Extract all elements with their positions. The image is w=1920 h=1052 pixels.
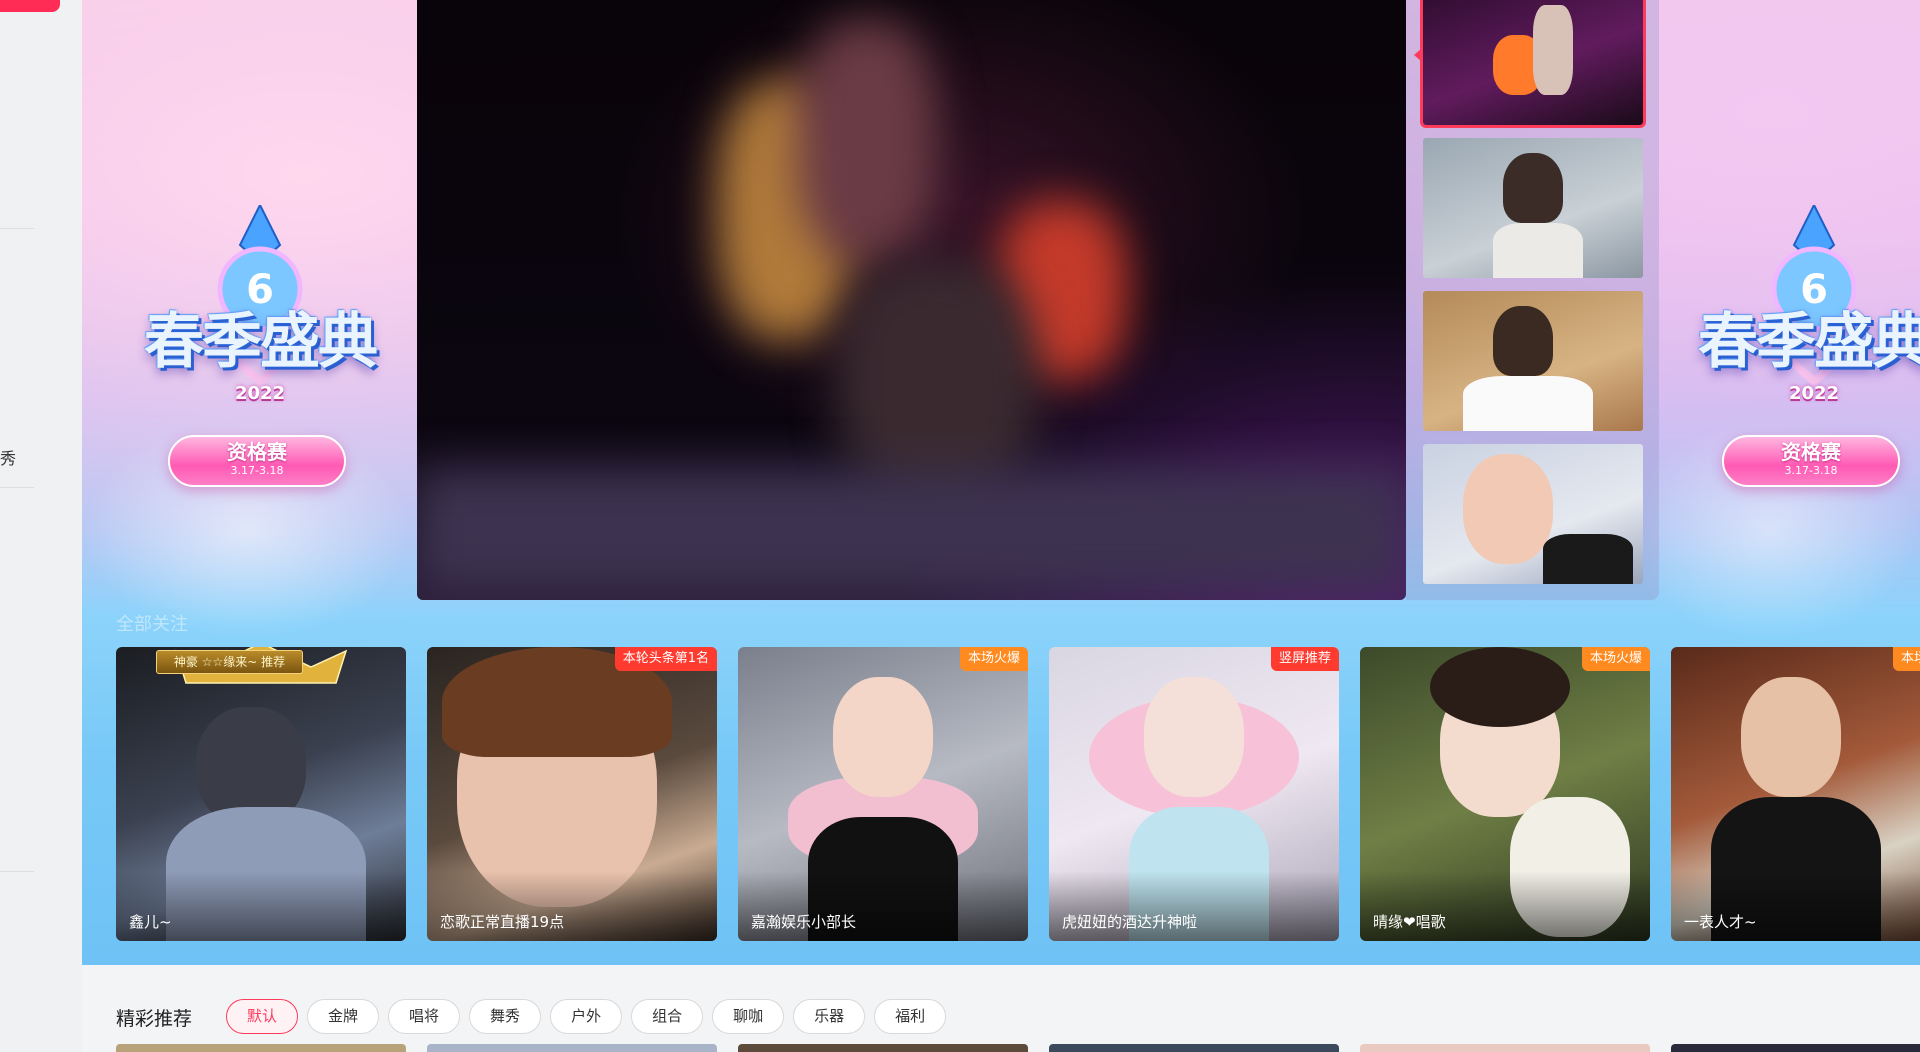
filter-singer[interactable]: 唱将	[388, 999, 461, 1034]
sidebar-item-label[interactable]: 秀	[0, 445, 16, 469]
qualifier-button-label: 资格赛	[1781, 440, 1841, 464]
category-filter-bar: 默认 金牌 唱将 舞秀 户外 组合 聊咖 乐器 福利	[226, 999, 955, 1034]
qualifier-button-date: 3.17-3.18	[230, 464, 284, 477]
room-name: 鑫儿~	[129, 913, 172, 931]
event-year: 2022	[234, 383, 286, 404]
room-name: 嘉瀚娱乐小部长	[751, 913, 857, 931]
carousel-title: 全部关注	[116, 614, 188, 635]
stream-thumbnail-rail	[1406, 0, 1659, 600]
thumbnail-figure	[1493, 306, 1553, 376]
event-logo-right[interactable]: 6 春季盛典 2022 资格赛 3.17-3.18	[1664, 205, 1920, 525]
filter-gold[interactable]: 金牌	[307, 999, 380, 1034]
main-video-player[interactable]	[417, 0, 1406, 600]
room-top-label: 神豪 ☆☆缘来~ 推荐	[156, 650, 303, 674]
room-card[interactable]: 本轮头条第1名 恋歌正常直播19点	[427, 647, 717, 941]
thumbnail-figure	[1503, 153, 1563, 223]
stream-thumbnail[interactable]	[1420, 0, 1646, 128]
room-cover-figure	[1144, 677, 1244, 797]
video-frame-blur	[797, 20, 937, 260]
filter-welfare[interactable]: 福利	[874, 999, 947, 1034]
stream-thumbnail[interactable]	[1423, 138, 1643, 278]
room-card[interactable]: 神豪 ☆☆缘来~ 推荐 鑫儿~	[116, 647, 406, 941]
filter-outdoor[interactable]: 户外	[550, 999, 623, 1034]
room-card-preview[interactable]	[1360, 1044, 1650, 1052]
qualifier-button-label: 资格赛	[227, 440, 287, 464]
room-card-preview[interactable]	[1049, 1044, 1339, 1052]
event-logo-left[interactable]: 6 春季盛典 2022 资格赛 3.17-3.18	[110, 205, 410, 525]
room-name: 一表人才~	[1684, 913, 1757, 931]
thumbnail-figure	[1543, 534, 1633, 584]
sidebar-top-button[interactable]	[0, 0, 60, 12]
room-badge: 本场火爆	[1892, 647, 1920, 671]
room-card[interactable]: 竖屏推荐 虎妞妞的酒达升神啦	[1049, 647, 1339, 941]
stream-thumbnail[interactable]	[1423, 444, 1643, 584]
qualifier-button[interactable]: 资格赛 3.17-3.18	[1722, 435, 1900, 487]
filter-group[interactable]: 组合	[631, 999, 704, 1034]
event-title: 春季盛典	[1698, 307, 1920, 377]
video-frame-blur	[417, 470, 1406, 590]
sidebar-divider	[0, 871, 34, 872]
left-sidebar: 秀	[0, 0, 82, 1052]
room-cover-figure	[1430, 647, 1570, 727]
room-card-preview[interactable]	[427, 1044, 717, 1052]
room-name: 晴缘❤唱歌	[1373, 913, 1446, 931]
qualifier-button-date: 3.17-3.18	[1784, 464, 1838, 477]
thumbnail-figure	[1463, 376, 1593, 431]
room-card-preview[interactable]	[738, 1044, 1028, 1052]
room-name: 虎妞妞的酒达升神啦	[1062, 913, 1198, 931]
section-title: 精彩推荐	[116, 1008, 193, 1030]
thumbnail-figure	[1463, 454, 1553, 564]
qualifier-button[interactable]: 资格赛 3.17-3.18	[168, 435, 346, 487]
event-title: 春季盛典	[144, 307, 378, 377]
sidebar-divider	[0, 228, 34, 229]
room-badge: 竖屏推荐	[1270, 647, 1339, 671]
room-card[interactable]: 本场火爆 晴缘❤唱歌	[1360, 647, 1650, 941]
room-card[interactable]: 本场火爆 嘉瀚娱乐小部长	[738, 647, 1028, 941]
video-frame-blur	[837, 260, 1037, 500]
active-pointer-icon	[1414, 48, 1422, 62]
stream-thumbnail[interactable]	[1423, 291, 1643, 431]
live-banner: 6 春季盛典 2022 资格赛 3.17-3.18 6 春季盛典 2022 资格…	[82, 0, 1920, 965]
filter-default[interactable]: 默认	[226, 999, 299, 1034]
thumbnail-figure	[1493, 223, 1583, 278]
room-badge: 本场火爆	[959, 647, 1028, 671]
filter-instrument[interactable]: 乐器	[793, 999, 866, 1034]
event-year: 2022	[1788, 383, 1840, 404]
room-badge: 本场火爆	[1581, 647, 1650, 671]
room-name: 恋歌正常直播19点	[440, 913, 565, 931]
room-cover-figure	[833, 677, 933, 797]
sidebar-divider	[0, 487, 34, 488]
thumbnail-figure	[1533, 5, 1573, 95]
room-badge: 本轮头条第1名	[614, 647, 717, 671]
filter-dance[interactable]: 舞秀	[469, 999, 542, 1034]
room-cover-figure	[1741, 677, 1841, 797]
room-card[interactable]: 本场火爆 一表人才~	[1671, 647, 1920, 941]
room-card-preview[interactable]	[116, 1044, 406, 1052]
room-card-preview[interactable]	[1671, 1044, 1920, 1052]
filter-chat[interactable]: 聊咖	[712, 999, 785, 1034]
